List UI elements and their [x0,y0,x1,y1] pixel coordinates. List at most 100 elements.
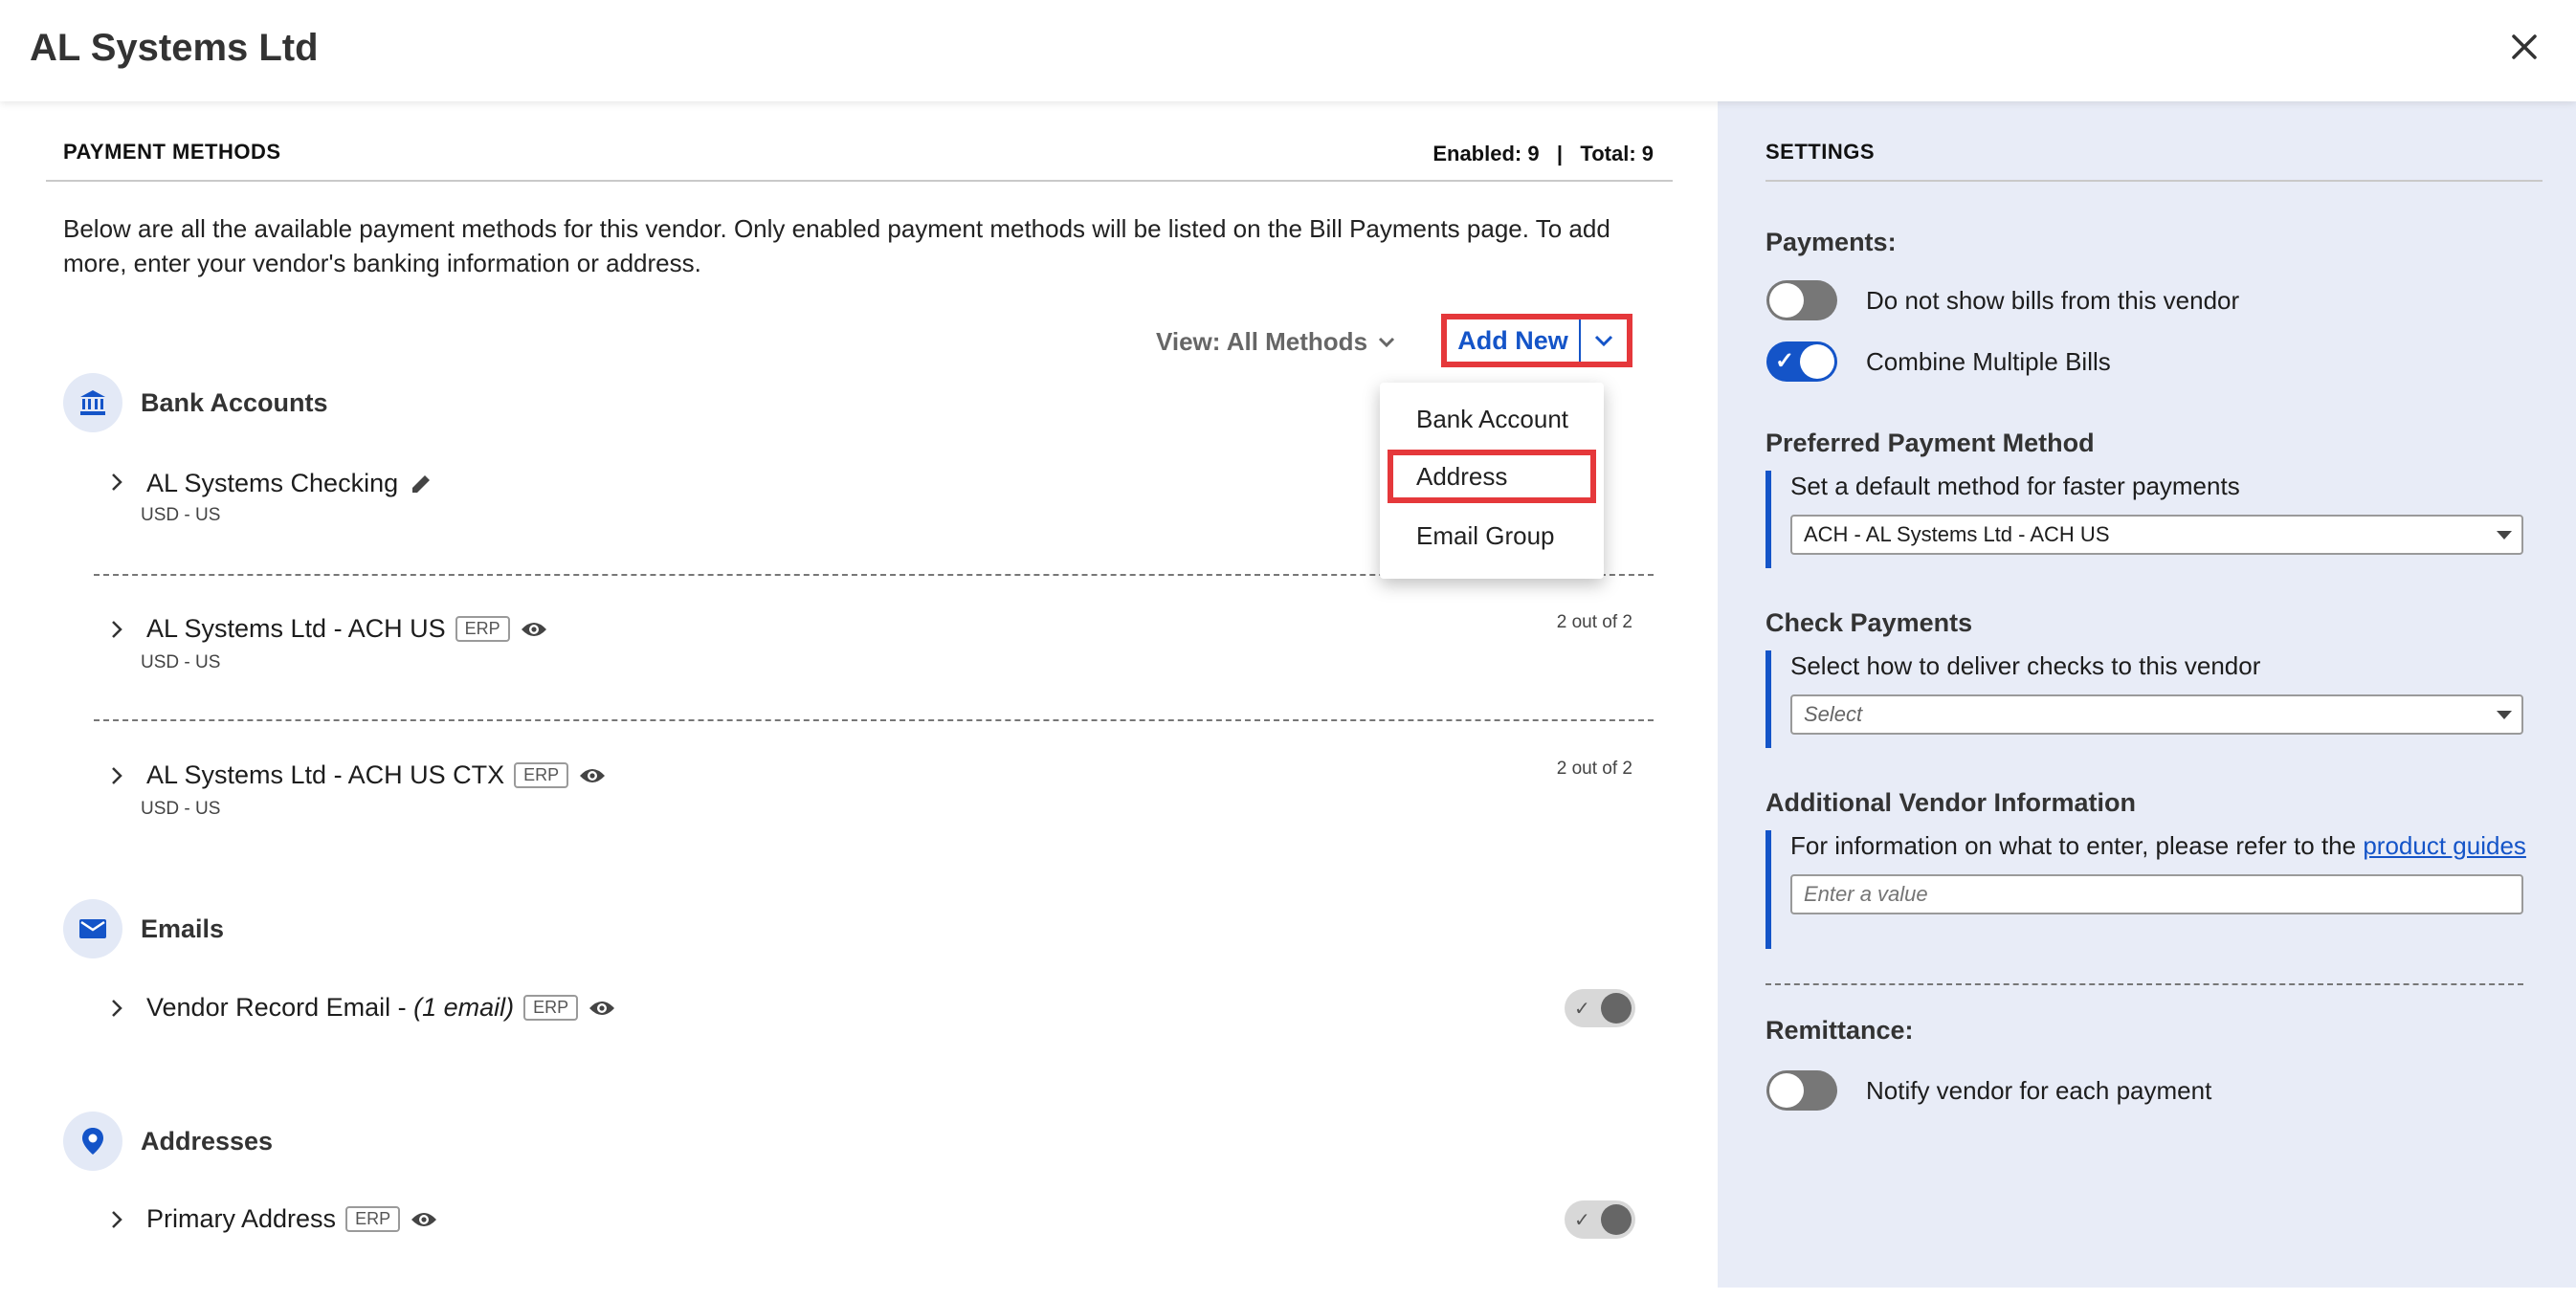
method-name: AL Systems Checking [146,469,399,497]
hide-bills-toggle[interactable] [1766,280,1837,320]
toggle-knob [1769,283,1804,318]
check-payments-help: Select how to deliver checks to this ven… [1790,651,2261,680]
emails-heading: Emails [141,914,225,943]
check-payments-label: Check Payments [1765,608,1973,637]
method-currency: USD - US [141,652,221,672]
close-button[interactable] [2502,25,2546,69]
eye-icon[interactable] [588,998,616,1019]
toggle-knob [1601,993,1632,1024]
divider [1765,180,2543,182]
payments-label: Payments: [1765,228,1897,256]
erp-badge: ERP [345,1206,401,1232]
check-icon: ✓ [1574,999,1590,1020]
payment-methods-description: Below are all the available payment meth… [63,214,1610,277]
pencil-icon[interactable] [408,471,434,497]
menu-item-email-group[interactable]: Email Group [1380,509,1604,562]
add-new-menu-toggle[interactable] [1581,319,1627,362]
method-name: Vendor Record Email - (1 email) [146,993,514,1023]
bank-icon-badge [63,373,122,432]
view-filter-dropdown[interactable]: View: All Methods [1156,327,1396,357]
add-new-menu: Bank Account Address Email Group [1380,383,1604,579]
preferred-method-select[interactable]: ACH - AL Systems Ltd - ACH US [1790,515,2523,555]
mail-icon [79,919,106,938]
check-icon: ✓ [1574,1210,1590,1231]
add-new-button[interactable]: Add New [1447,319,1581,362]
bank-icon [80,390,105,415]
section-divider [1765,983,2523,985]
location-icon-badge [63,1112,122,1171]
combine-bills-toggle[interactable]: ✓ [1766,341,1837,382]
bank-accounts-heading: Bank Accounts [141,388,328,417]
settings-panel: SETTINGS Payments: Do not show bills fro… [1718,101,2576,1288]
method-currency: USD - US [141,505,221,525]
dropdown-arrow-icon [2497,531,2512,539]
chevron-right-icon[interactable] [105,997,128,1020]
list-item: AL Systems Ltd - ACH US ERP [146,614,548,644]
chevron-right-icon[interactable] [105,618,128,641]
payment-methods-heading: PAYMENT METHODS [63,140,281,164]
method-name: AL Systems Ltd - ACH US [146,614,446,643]
modal-header: AL Systems Ltd [0,0,2576,101]
email-enabled-toggle[interactable]: ✓ [1565,989,1635,1027]
toggle-knob [1601,1204,1632,1235]
preferred-method-help: Set a default method for faster payments [1790,472,2240,500]
close-icon[interactable] [2502,25,2546,69]
addresses-heading: Addresses [141,1127,274,1156]
additional-info-label: Additional Vendor Information [1765,788,2136,817]
field-accent-bar [1765,650,1771,748]
product-guides-link[interactable]: product guides [2363,831,2526,860]
erp-badge: ERP [455,616,510,642]
dropdown-arrow-icon [2497,711,2512,719]
add-new-split-button: Add New [1441,314,1632,367]
settings-heading: SETTINGS [1765,140,1876,164]
notify-vendor-label: Notify vendor for each payment [1866,1076,2212,1105]
approval-status: 2 out of 2 [1556,612,1632,632]
list-item: Vendor Record Email - (1 email) ERP [146,993,616,1023]
methods-count: Enabled: 9 | Total: 9 [1432,142,1654,165]
email-method-name: Vendor Record Email - [146,993,414,1022]
erp-badge: ERP [514,762,569,788]
menu-item-address[interactable]: Address [1388,450,1596,503]
additional-info-input[interactable] [1790,874,2523,914]
method-name: AL Systems Ltd - ACH US CTX [146,760,505,789]
payment-methods-panel: PAYMENT METHODS Enabled: 9 | Total: 9 Be… [46,101,1673,1299]
additional-info-help-text: For information on what to enter, please… [1790,831,2364,860]
erp-badge: ERP [523,995,579,1021]
menu-item-bank-account[interactable]: Bank Account [1380,392,1604,446]
chevron-right-icon[interactable] [105,471,128,494]
notify-vendor-toggle[interactable] [1766,1070,1837,1111]
location-pin-icon [82,1128,103,1155]
combine-bills-label: Combine Multiple Bills [1866,347,2111,376]
list-item: Primary Address ERP [146,1204,438,1234]
chevron-down-icon [1378,337,1395,347]
mail-icon-badge [63,899,122,958]
row-divider [94,719,1654,721]
divider [46,180,1673,182]
list-item: AL Systems Ltd - ACH US CTX ERP [146,760,607,790]
check-delivery-select[interactable]: Select [1790,694,2523,735]
toggle-knob [1769,1073,1804,1108]
page-title: AL Systems Ltd [30,27,319,69]
preferred-method-value: ACH - AL Systems Ltd - ACH US [1804,522,2110,546]
address-enabled-toggle[interactable]: ✓ [1565,1200,1635,1239]
chevron-right-icon[interactable] [105,764,128,787]
list-item: AL Systems Checking [146,469,434,498]
field-accent-bar [1765,471,1771,568]
hide-bills-label: Do not show bills from this vendor [1866,286,2240,315]
chevron-right-icon[interactable] [105,1208,128,1231]
remittance-label: Remittance: [1765,1016,1914,1045]
check-icon: ✓ [1775,348,1795,374]
method-name: Primary Address [146,1204,337,1233]
toggle-knob [1800,344,1834,379]
eye-icon[interactable] [410,1209,438,1230]
chevron-down-icon [1594,335,1613,347]
email-count: (1 email) [413,993,515,1022]
method-currency: USD - US [141,799,221,819]
preferred-method-label: Preferred Payment Method [1765,429,2095,457]
eye-icon[interactable] [520,619,548,640]
check-delivery-value: Select [1804,702,1863,726]
eye-icon[interactable] [578,765,607,786]
approval-status: 2 out of 2 [1556,759,1632,779]
field-accent-bar [1765,830,1771,949]
additional-info-help: For information on what to enter, please… [1790,831,2526,861]
